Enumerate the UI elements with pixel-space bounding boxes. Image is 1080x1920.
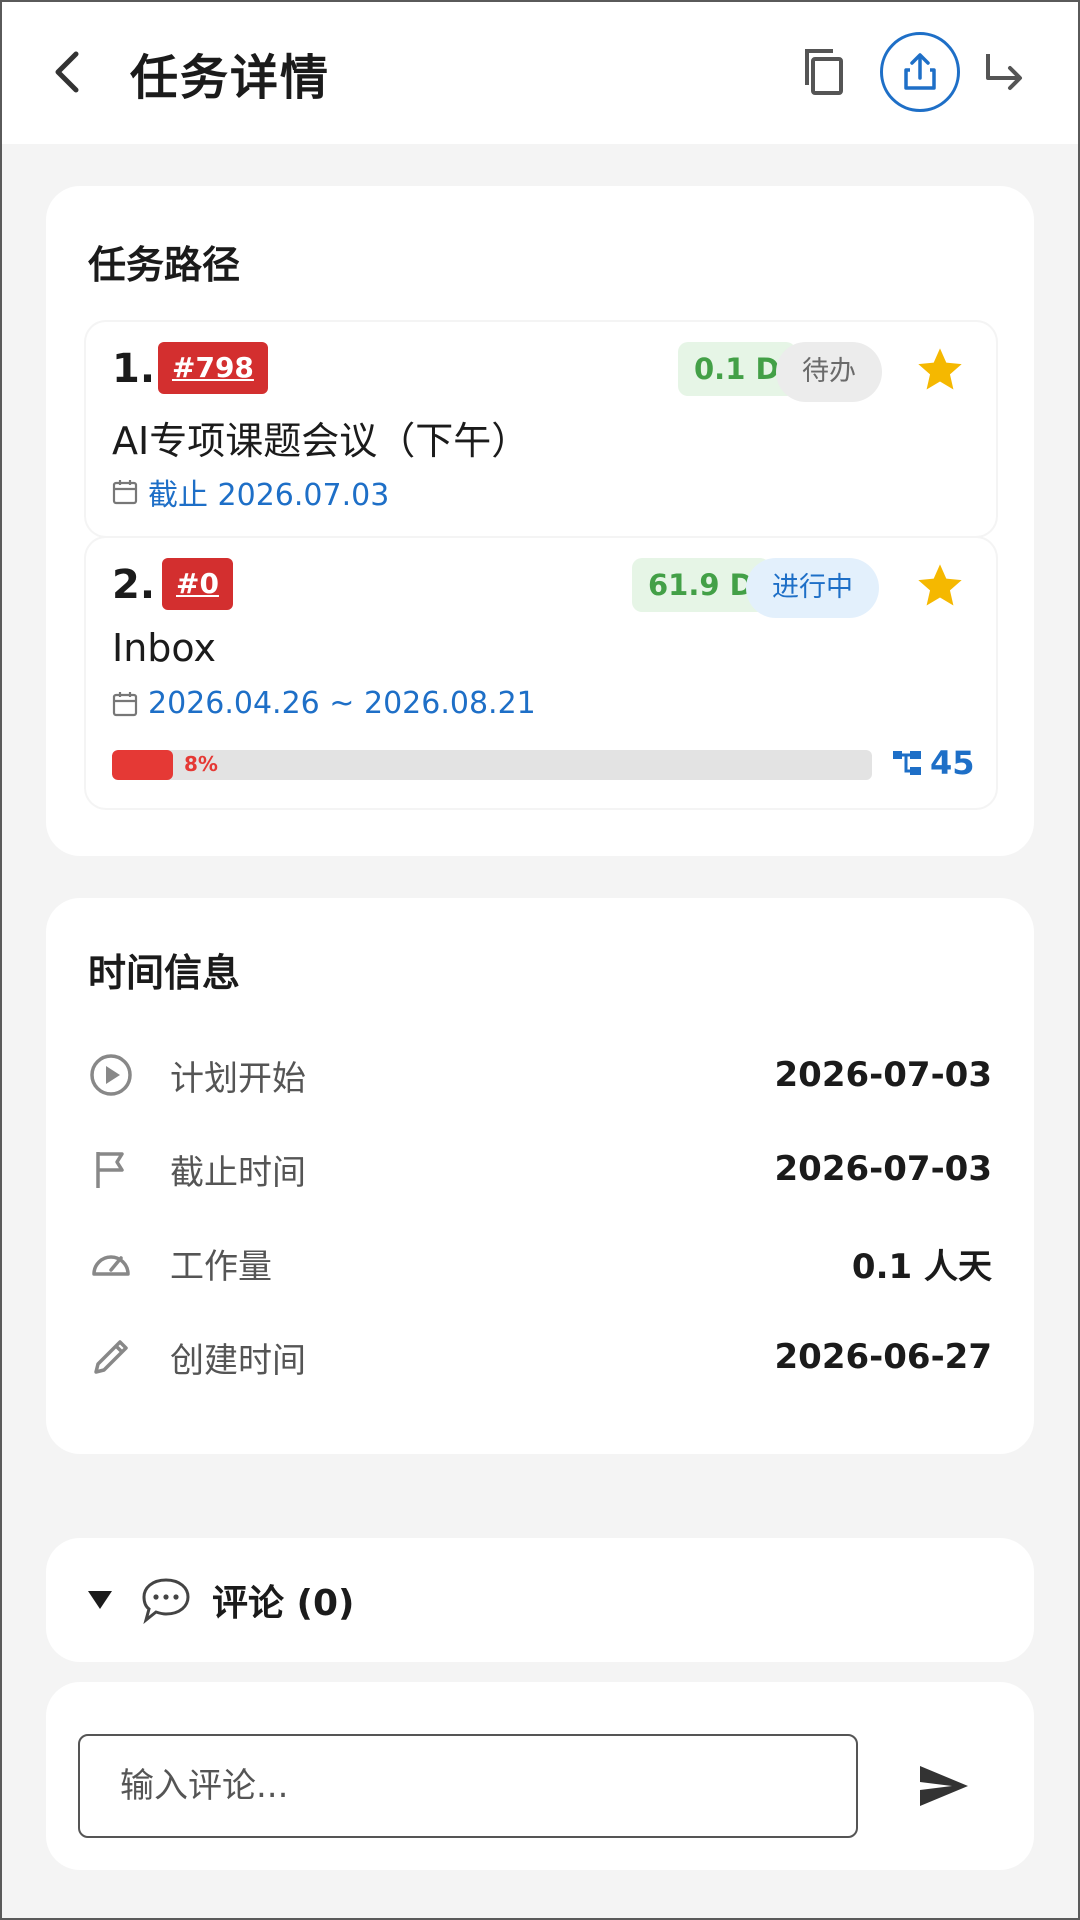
task-id-badge[interactable]: #798	[158, 342, 268, 394]
status-badge: 进行中	[746, 558, 879, 618]
play-circle-icon	[88, 1052, 134, 1098]
task-name: Inbox	[112, 626, 216, 670]
share-button[interactable]	[880, 32, 960, 112]
forward-button[interactable]	[972, 40, 1036, 104]
copy-button[interactable]	[792, 40, 856, 104]
comments-card: 评论 (0)	[46, 1538, 1034, 1662]
task-path-card: 任务路径 1. #798 0.1 D 待办 AI专项课题会议（下午） 截止 20…	[46, 186, 1034, 856]
time-info-card: 时间信息 计划开始 2026-07-03 截止时间 2026-07-03 工作量…	[46, 898, 1034, 1454]
time-info-title: 时间信息	[88, 951, 241, 995]
pencil-icon	[88, 1334, 134, 1380]
time-row-workload: 工作量 0.1 人天	[88, 1228, 992, 1298]
progress-label: 8%	[184, 752, 218, 776]
subtask-count-text: 45	[930, 744, 975, 782]
comment-input[interactable]	[78, 1734, 858, 1838]
task-id-badge[interactable]: #0	[162, 558, 233, 610]
task-date-text: 2026.04.26 ~ 2026.08.21	[148, 686, 536, 721]
expand-triangle-icon	[88, 1591, 112, 1609]
task-date: 2026.04.26 ~ 2026.08.21	[112, 686, 536, 721]
task-path-title: 任务路径	[88, 243, 241, 287]
time-value: 2026-07-03	[774, 1149, 992, 1189]
star-icon[interactable]	[914, 560, 966, 612]
task-name: AI专项课题会议（下午）	[112, 419, 530, 463]
page-title: 任务详情	[130, 50, 331, 106]
share-icon	[904, 53, 936, 90]
app-header: 任务详情	[0, 0, 1080, 144]
back-icon	[55, 51, 79, 93]
task-date-text: 截止 2026.07.03	[148, 478, 390, 513]
subtask-count[interactable]: 45	[892, 744, 975, 782]
time-row-planned-start: 计划开始 2026-07-03	[88, 1040, 992, 1110]
speech-bubble-icon	[142, 1578, 190, 1624]
time-label: 计划开始	[170, 1058, 306, 1099]
flag-icon	[88, 1146, 134, 1192]
calendar-icon	[112, 691, 138, 716]
time-row-deadline: 截止时间 2026-07-03	[88, 1134, 992, 1204]
copy-icon	[805, 49, 843, 95]
time-label: 工作量	[170, 1246, 272, 1287]
back-button[interactable]	[36, 40, 100, 104]
comments-label: 评论 (0)	[212, 1583, 355, 1624]
status-badge: 待办	[776, 342, 882, 402]
task-date: 截止 2026.07.03	[112, 470, 389, 514]
progress-bar	[112, 750, 872, 780]
calendar-icon	[112, 480, 138, 505]
speedometer-icon	[88, 1240, 134, 1286]
time-row-created: 创建时间 2026-06-27	[88, 1322, 992, 1392]
subtask-tree-icon	[893, 751, 921, 775]
send-button[interactable]	[908, 1750, 980, 1822]
time-value: 2026-06-27	[774, 1337, 992, 1377]
time-value: 0.1 人天	[851, 1246, 992, 1287]
task-path-item[interactable]: 1. #798 0.1 D 待办 AI专项课题会议（下午） 截止 2026.07…	[86, 322, 996, 536]
send-icon	[920, 1766, 968, 1806]
comment-input-card	[46, 1682, 1034, 1870]
task-number: 2.	[112, 562, 156, 608]
progress-fill	[112, 750, 173, 780]
task-number: 1.	[112, 346, 156, 392]
time-value: 2026-07-03	[774, 1055, 992, 1095]
time-label: 截止时间	[170, 1152, 306, 1193]
comments-toggle[interactable]: 评论 (0)	[88, 1574, 355, 1626]
forward-icon	[986, 54, 1022, 90]
star-icon[interactable]	[914, 344, 966, 396]
task-path-item[interactable]: 2. #0 61.9 D 进行中 Inbox 2026.04.26 ~ 2026…	[86, 538, 996, 808]
time-label: 创建时间	[170, 1340, 306, 1381]
